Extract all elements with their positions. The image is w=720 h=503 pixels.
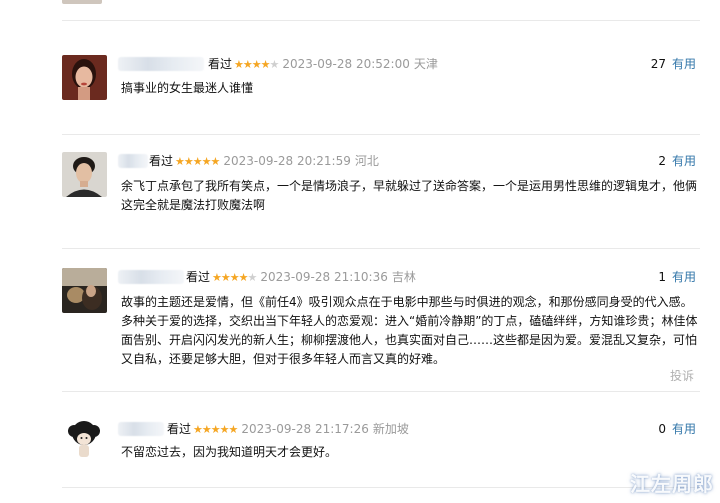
star-filled-icon: ★ xyxy=(175,155,185,168)
watched-label: 看过 xyxy=(208,57,233,71)
username-blurred[interactable] xyxy=(118,57,204,71)
star-filled-icon: ★ xyxy=(201,423,212,436)
star-filled-icon: ★ xyxy=(183,155,194,168)
star-filled-icon: ★ xyxy=(242,58,253,71)
comment-meta: 看过 ★★★★★ 2023-09-28 20:21:59 河北 xyxy=(149,152,379,170)
useful-vote: 27 有用 xyxy=(651,55,696,73)
username-blurred[interactable] xyxy=(118,154,148,168)
star-filled-icon: ★ xyxy=(228,423,239,436)
comment-time: 2023-09-28 20:21:59 xyxy=(223,154,351,168)
star-filled-icon: ★ xyxy=(210,423,221,436)
watched-label: 看过 xyxy=(186,270,211,284)
divider xyxy=(62,248,700,249)
star-filled-icon: ★ xyxy=(192,155,203,168)
useful-vote: 2 有用 xyxy=(658,152,696,170)
watched-label: 看过 xyxy=(149,154,174,168)
comment-meta: 看过 ★★★★★ 2023-09-28 21:10:36 吉林 xyxy=(186,268,416,286)
rating-stars: ★★★★★ xyxy=(193,423,239,436)
report-button[interactable]: 投诉 xyxy=(670,367,694,384)
star-filled-icon: ★ xyxy=(220,271,231,284)
star-filled-icon: ★ xyxy=(219,423,230,436)
comment-text: 余飞丁点承包了我所有笑点，一个是情场浪子，早就躲过了送命答案，一个是运用男性思维… xyxy=(121,179,698,212)
rating-stars: ★★★★★ xyxy=(175,155,221,168)
watermark: 江左周郎 xyxy=(630,472,714,496)
star-filled-icon: ★ xyxy=(212,271,222,284)
comment-time: 2023-09-28 21:10:36 xyxy=(260,270,388,284)
comment-meta: 看过 ★★★★★ 2023-09-28 21:17:26 新加坡 xyxy=(167,420,409,438)
useful-button[interactable]: 有用 xyxy=(672,154,696,168)
useful-count: 27 xyxy=(650,57,666,71)
divider xyxy=(62,487,700,488)
comment-location: 河北 xyxy=(354,154,379,168)
useful-button[interactable]: 有用 xyxy=(672,57,696,71)
comment-time: 2023-09-28 21:17:26 xyxy=(241,422,369,436)
star-filled-icon: ★ xyxy=(238,271,249,284)
comment-location: 新加坡 xyxy=(372,422,409,436)
comment-location: 天津 xyxy=(413,57,438,71)
rating-stars: ★★★★★ xyxy=(212,271,258,284)
comment-location: 吉林 xyxy=(391,270,416,284)
username-blurred[interactable] xyxy=(118,270,184,284)
star-filled-icon: ★ xyxy=(229,271,240,284)
useful-button[interactable]: 有用 xyxy=(672,270,696,284)
watched-label: 看过 xyxy=(167,422,192,436)
comment-text: 搞事业的女生最迷人谁懂 xyxy=(121,81,254,95)
previous-avatar-fragment xyxy=(62,0,102,4)
comment-text: 不留恋过去，因为我知道明天才会更好。 xyxy=(121,445,338,459)
username-blurred[interactable] xyxy=(118,422,164,436)
comment-meta: 看过 ★★★★★ 2023-09-28 20:52:00 天津 xyxy=(208,55,438,73)
rating-stars: ★★★★★ xyxy=(234,58,280,71)
useful-count: 0 xyxy=(658,422,666,436)
star-empty-icon: ★ xyxy=(269,58,280,71)
divider xyxy=(62,391,700,392)
star-filled-icon: ★ xyxy=(193,423,203,436)
star-filled-icon: ★ xyxy=(260,58,271,71)
star-filled-icon: ★ xyxy=(251,58,262,71)
divider xyxy=(62,134,700,135)
star-empty-icon: ★ xyxy=(247,271,258,284)
star-filled-icon: ★ xyxy=(210,155,221,168)
useful-vote: 1 有用 xyxy=(658,268,696,286)
avatar[interactable] xyxy=(62,268,107,313)
divider xyxy=(62,20,700,21)
avatar[interactable] xyxy=(62,152,107,197)
useful-count: 2 xyxy=(658,154,666,168)
avatar[interactable] xyxy=(62,420,107,465)
comment-time: 2023-09-28 20:52:00 xyxy=(282,57,410,71)
comment-text: 故事的主题还是爱情，但《前任4》吸引观众点在于电影中那些与时俱进的观念，和那份感… xyxy=(121,295,698,366)
useful-button[interactable]: 有用 xyxy=(672,422,696,436)
star-filled-icon: ★ xyxy=(234,58,244,71)
useful-vote: 0 有用 xyxy=(658,420,696,438)
useful-count: 1 xyxy=(658,270,666,284)
avatar[interactable] xyxy=(62,55,107,100)
star-filled-icon: ★ xyxy=(201,155,212,168)
